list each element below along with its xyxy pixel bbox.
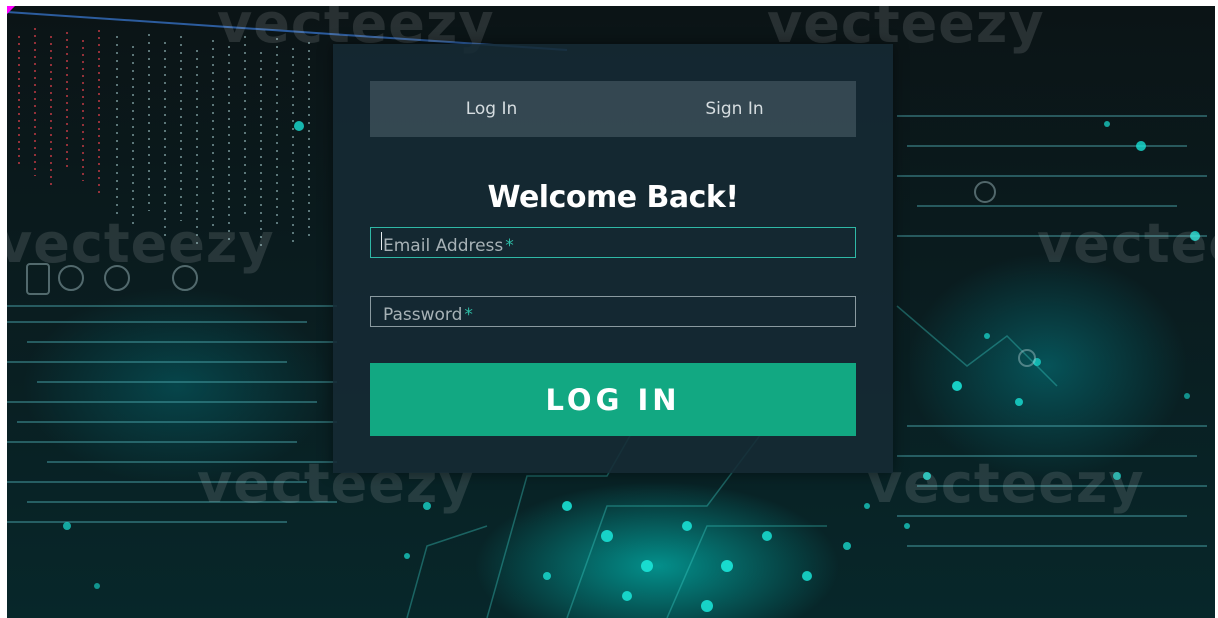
log-in-button[interactable]: LOG IN: [370, 363, 856, 436]
background-image: vecteezy vecteezy vecteezy vecteezy vect…: [7, 6, 1215, 618]
password-label-text: Password: [383, 305, 463, 325]
text-caret: [381, 232, 382, 250]
email-label-text: Email Address: [383, 236, 504, 256]
email-required-mark: *: [505, 236, 514, 256]
password-required-mark: *: [464, 305, 473, 325]
login-card: Log In Sign In Welcome Back! Email Addre…: [333, 44, 893, 473]
email-field[interactable]: Email Address *: [370, 227, 856, 258]
watermark-mid-right: vecteezy: [1037, 212, 1215, 275]
page-title: Welcome Back!: [487, 180, 739, 215]
auth-tabs: Log In Sign In: [370, 81, 856, 137]
email-field-label: Email Address *: [383, 236, 514, 256]
password-field[interactable]: Password *: [370, 296, 856, 327]
tab-sign-in[interactable]: Sign In: [613, 81, 856, 137]
corner-marker: [7, 6, 15, 14]
tab-log-in[interactable]: Log In: [370, 81, 613, 137]
password-field-label: Password *: [383, 305, 473, 325]
watermark-bottom-right: vecteezy: [867, 452, 1145, 515]
watermark-mid-left: vecteezy: [7, 212, 275, 275]
